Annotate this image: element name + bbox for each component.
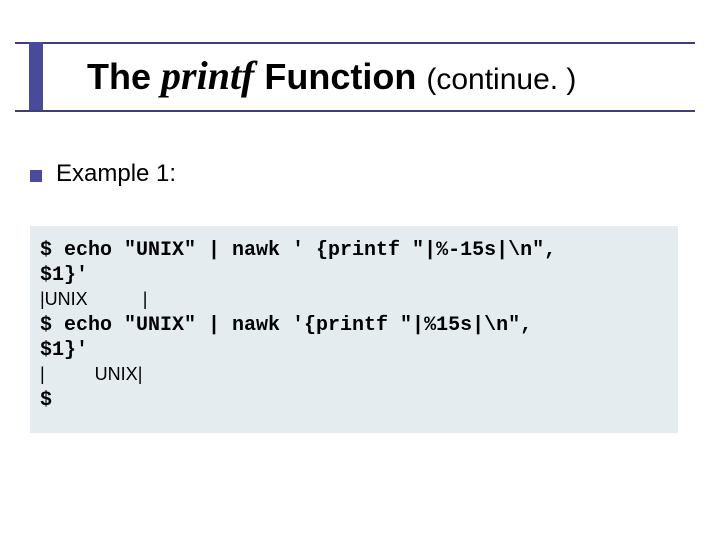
code-output-1: |UNIX |: [40, 289, 147, 309]
title-rule-bottom: [15, 110, 695, 112]
title-emph: printf: [161, 53, 254, 98]
code-line-7: $: [40, 389, 52, 412]
code-line-1: $ echo "UNIX" | nawk ' {printf "|%-15s|\…: [40, 239, 556, 262]
code-line-2: $1}': [40, 264, 88, 287]
code-line-4: $ echo "UNIX" | nawk '{printf "|%15s|\n"…: [40, 314, 532, 337]
code-output-2: | UNIX|: [40, 364, 142, 384]
title-continue: (continue. ): [426, 63, 576, 96]
bullet-item: Example 1:: [30, 160, 176, 188]
code-line-5: $1}': [40, 339, 88, 362]
square-bullet-icon: [30, 170, 42, 182]
slide-title: The printf Function (continue. ): [87, 52, 576, 99]
title-mid: Function: [254, 56, 426, 97]
title-prefix: The: [87, 56, 161, 97]
slide: The printf Function (continue. ) Example…: [0, 0, 720, 540]
title-accent-bar: [29, 42, 43, 112]
title-rule-top: [15, 42, 695, 44]
title-bar: The printf Function (continue. ): [15, 46, 695, 106]
bullet-label: Example 1:: [56, 160, 176, 188]
code-block: $ echo "UNIX" | nawk ' {printf "|%-15s|\…: [40, 238, 668, 413]
code-example-box: $ echo "UNIX" | nawk ' {printf "|%-15s|\…: [30, 226, 678, 433]
